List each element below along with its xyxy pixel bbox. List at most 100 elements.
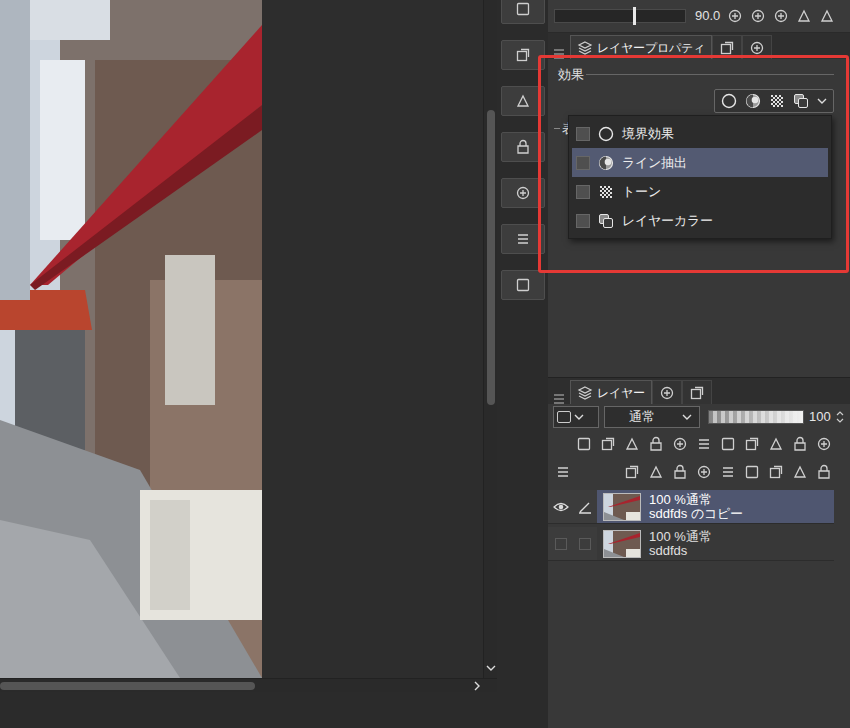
effect-checkbox[interactable] bbox=[576, 185, 590, 199]
scroll-thumb[interactable] bbox=[487, 110, 495, 405]
edit-target-toggle[interactable] bbox=[573, 527, 597, 560]
border-effect-icon[interactable] bbox=[719, 93, 739, 109]
layer-name: sddfds のコピー bbox=[649, 507, 743, 521]
color-square-icon bbox=[557, 411, 571, 423]
animation-icon[interactable] bbox=[687, 383, 707, 403]
tab[interactable] bbox=[652, 380, 682, 404]
rotate-left-icon[interactable] bbox=[725, 6, 745, 26]
command-button[interactable] bbox=[501, 224, 545, 254]
horizontal-scrollbar[interactable] bbox=[0, 678, 497, 692]
layer-tool-icon[interactable] bbox=[598, 434, 618, 454]
effect-buttons bbox=[548, 89, 850, 113]
opacity-stepper-icon[interactable] bbox=[836, 410, 844, 424]
brush-size-icon[interactable] bbox=[747, 38, 767, 58]
command-icon[interactable] bbox=[513, 91, 533, 111]
layer-command-icon[interactable] bbox=[814, 462, 834, 482]
layer-command-icon[interactable] bbox=[622, 462, 642, 482]
layer-tool-icon[interactable] bbox=[718, 434, 738, 454]
layer-tool-icon[interactable] bbox=[670, 434, 690, 454]
layer-command-icon[interactable] bbox=[790, 462, 810, 482]
command-button[interactable] bbox=[501, 86, 545, 116]
scroll-right-icon[interactable] bbox=[471, 680, 483, 692]
panel-menu-icon[interactable] bbox=[548, 49, 570, 59]
vertical-scrollbar[interactable] bbox=[483, 0, 497, 678]
layer-name: sddfds bbox=[649, 544, 712, 558]
layer-tab-bar: レイヤー bbox=[548, 378, 850, 404]
layer-tool-icon[interactable] bbox=[622, 434, 642, 454]
blend-mode-select[interactable]: 通常 bbox=[604, 406, 700, 428]
layer-menu-icon[interactable] bbox=[553, 462, 573, 482]
command-icon[interactable] bbox=[513, 183, 533, 203]
scroll-thumb[interactable] bbox=[0, 682, 255, 690]
effect-menu: 境界効果ライン抽出トーンレイヤーカラー bbox=[568, 115, 832, 239]
command-button[interactable] bbox=[501, 40, 545, 70]
panel-menu-icon[interactable] bbox=[548, 394, 570, 404]
layer-command-icon[interactable] bbox=[766, 462, 786, 482]
layer-command-icon[interactable] bbox=[646, 462, 666, 482]
layer-command-icon[interactable] bbox=[694, 462, 714, 482]
command-icon[interactable] bbox=[513, 229, 533, 249]
layer-command-icon[interactable] bbox=[742, 462, 762, 482]
command-icon[interactable] bbox=[513, 0, 533, 19]
flip-horizontal-icon[interactable] bbox=[794, 6, 814, 26]
layer-command-icon[interactable] bbox=[718, 462, 738, 482]
layer-tab[interactable]: レイヤー bbox=[570, 380, 652, 404]
rotation-marker[interactable] bbox=[633, 7, 636, 25]
layer-tool-row bbox=[548, 430, 850, 458]
layer-row[interactable]: 100 %通常sddfds のコピー bbox=[548, 490, 834, 524]
tool-property-icon[interactable] bbox=[717, 38, 737, 58]
property-tab[interactable]: レイヤープロパティ bbox=[570, 35, 712, 59]
layer-tool-icon[interactable] bbox=[790, 434, 810, 454]
command-icon[interactable] bbox=[513, 45, 533, 65]
layer-command-icon[interactable] bbox=[670, 462, 690, 482]
scroll-down-icon[interactable] bbox=[485, 662, 497, 674]
command-button[interactable] bbox=[501, 132, 545, 162]
edit-target-toggle[interactable] bbox=[573, 490, 597, 523]
tone-icon[interactable] bbox=[767, 93, 787, 109]
effect-menu-item[interactable]: レイヤーカラー bbox=[572, 206, 828, 235]
command-icon[interactable] bbox=[513, 137, 533, 157]
separator bbox=[554, 128, 560, 129]
canvas-row bbox=[0, 0, 497, 678]
reset-rotation-icon[interactable] bbox=[771, 6, 791, 26]
effect-checkbox[interactable] bbox=[576, 127, 590, 141]
layer-tool-icon[interactable] bbox=[742, 434, 762, 454]
layer-tool-icon[interactable] bbox=[766, 434, 786, 454]
tab[interactable] bbox=[682, 380, 712, 404]
layer-color-icon[interactable] bbox=[791, 93, 811, 109]
effect-checkbox[interactable] bbox=[576, 214, 590, 228]
layer-list: 100 %通常sddfds のコピー 100 %通常sddfds bbox=[548, 486, 850, 561]
layer-tool-icon[interactable] bbox=[646, 434, 666, 454]
separator bbox=[586, 74, 834, 75]
effect-checkbox[interactable] bbox=[576, 156, 590, 170]
layer-content[interactable]: 100 %通常sddfds bbox=[597, 527, 834, 560]
visibility-toggle[interactable] bbox=[548, 527, 573, 560]
tone-icon bbox=[598, 184, 614, 200]
flip-vertical-icon[interactable] bbox=[817, 6, 837, 26]
tab-label: レイヤー bbox=[597, 384, 645, 402]
rotate-right-icon[interactable] bbox=[748, 6, 768, 26]
effect-menu-item[interactable]: ライン抽出 bbox=[572, 148, 828, 177]
command-button[interactable] bbox=[501, 0, 545, 24]
layer-content[interactable]: 100 %通常sddfds のコピー bbox=[597, 490, 834, 523]
opacity-slider[interactable] bbox=[708, 410, 804, 424]
rotation-slider[interactable] bbox=[554, 9, 686, 23]
command-button[interactable] bbox=[501, 178, 545, 208]
effect-menu-item[interactable]: トーン bbox=[572, 177, 828, 206]
command-icon[interactable] bbox=[513, 275, 533, 295]
layer-row[interactable]: 100 %通常sddfds bbox=[548, 527, 834, 561]
layer-tool-icon[interactable] bbox=[574, 434, 594, 454]
rotation-angle: 90.0 bbox=[695, 6, 720, 26]
layer-tool-icon[interactable] bbox=[814, 434, 834, 454]
command-button[interactable] bbox=[501, 270, 545, 300]
tab[interactable] bbox=[742, 35, 772, 59]
layer-tool-icon[interactable] bbox=[694, 434, 714, 454]
history-icon[interactable] bbox=[657, 383, 677, 403]
line-extract-icon[interactable] bbox=[743, 93, 763, 109]
tab[interactable] bbox=[712, 35, 742, 59]
dropdown-chevron-icon[interactable] bbox=[815, 95, 829, 107]
visibility-toggle[interactable] bbox=[548, 490, 573, 523]
layer-thumbnail bbox=[603, 493, 641, 521]
expression-color-select[interactable] bbox=[553, 406, 599, 428]
effect-menu-item[interactable]: 境界効果 bbox=[572, 119, 828, 148]
